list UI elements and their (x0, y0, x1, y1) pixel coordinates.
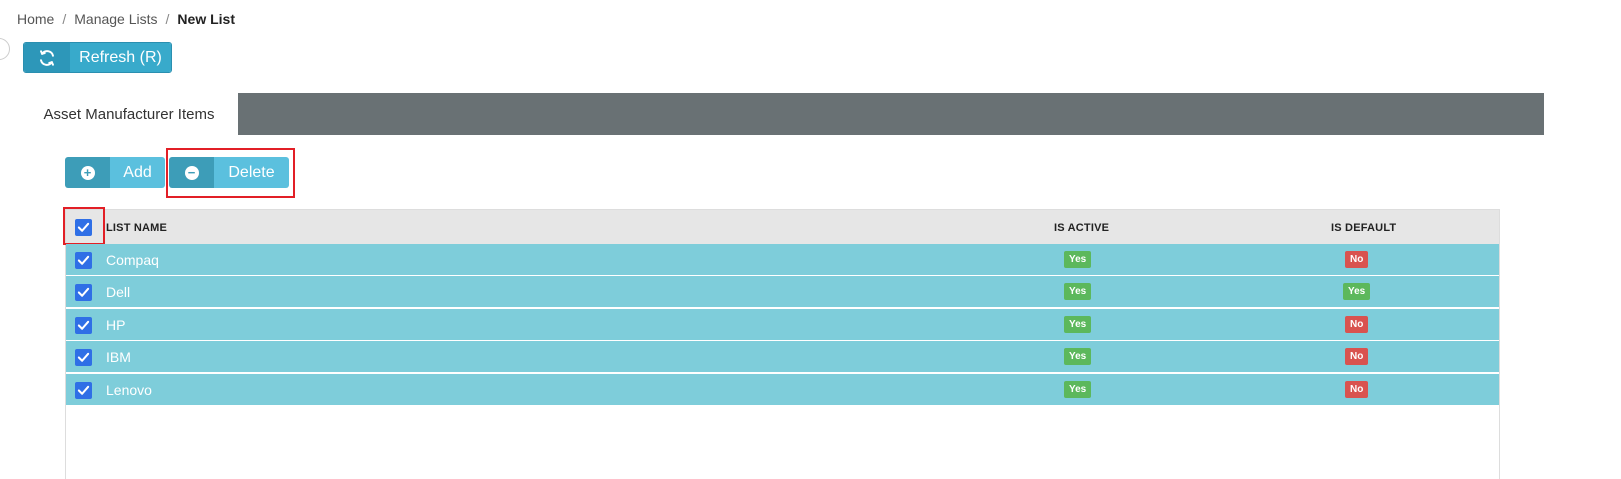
row-name: HP (106, 317, 126, 333)
table-row[interactable]: HP Yes No (66, 309, 1499, 341)
minus-circle-icon: − (184, 165, 199, 180)
is-default-badge: No (1345, 381, 1369, 398)
delete-label: Delete (214, 157, 289, 188)
row-name: IBM (106, 349, 131, 365)
column-header-is-active[interactable]: IS ACTIVE (1054, 222, 1109, 234)
refresh-icon (24, 43, 70, 72)
column-header-is-default[interactable]: IS DEFAULT (1331, 222, 1396, 234)
is-default-badge: No (1345, 251, 1369, 268)
check-icon (77, 352, 90, 362)
table-row[interactable]: IBM Yes No (66, 341, 1499, 373)
is-active-badge: Yes (1064, 283, 1092, 300)
add-button[interactable]: + Add (65, 157, 165, 188)
is-active-badge: Yes (1064, 316, 1092, 333)
check-icon (77, 287, 90, 297)
row-name: Compaq (106, 252, 159, 268)
delete-button[interactable]: − Delete (169, 157, 289, 188)
is-default-badge: No (1345, 348, 1369, 365)
refresh-label: Refresh (R) (70, 43, 171, 72)
row-checkbox[interactable] (75, 252, 92, 269)
is-active-badge: Yes (1064, 381, 1092, 398)
table-header: LIST NAME IS ACTIVE IS DEFAULT (66, 210, 1499, 245)
breadcrumb: Home / Manage Lists / New List (17, 11, 235, 27)
breadcrumb-manage-lists[interactable]: Manage Lists (74, 11, 157, 27)
is-default-badge: No (1345, 316, 1369, 333)
row-checkbox[interactable] (75, 349, 92, 366)
plus-circle-icon: + (80, 165, 95, 180)
check-icon (77, 255, 90, 265)
sidebar-toggle[interactable] (0, 38, 10, 60)
row-name: Lenovo (106, 382, 152, 398)
is-active-badge: Yes (1064, 348, 1092, 365)
row-checkbox[interactable] (75, 382, 92, 399)
refresh-button[interactable]: Refresh (R) (23, 42, 172, 73)
select-all-checkbox[interactable] (75, 219, 92, 236)
breadcrumb-separator: / (62, 11, 67, 27)
check-icon (77, 385, 90, 395)
breadcrumb-current: New List (177, 11, 235, 27)
is-active-badge: Yes (1064, 251, 1092, 268)
tab-asset-manufacturer-items[interactable]: Asset Manufacturer Items (20, 93, 238, 135)
row-checkbox[interactable] (75, 284, 92, 301)
check-icon (77, 222, 90, 232)
check-icon (77, 320, 90, 330)
table-row[interactable]: Dell Yes Yes (66, 276, 1499, 308)
add-label: Add (110, 157, 165, 188)
breadcrumb-home[interactable]: Home (17, 11, 54, 27)
column-header-list-name[interactable]: LIST NAME (106, 222, 167, 234)
breadcrumb-separator: / (165, 11, 170, 27)
row-name: Dell (106, 284, 131, 300)
row-checkbox[interactable] (75, 317, 92, 334)
tab-bar (238, 93, 1544, 135)
table-row[interactable]: Lenovo Yes No (66, 374, 1499, 406)
tab-label: Asset Manufacturer Items (43, 105, 215, 123)
table-row[interactable]: Compaq Yes No (66, 244, 1499, 276)
is-default-badge: Yes (1343, 283, 1371, 300)
